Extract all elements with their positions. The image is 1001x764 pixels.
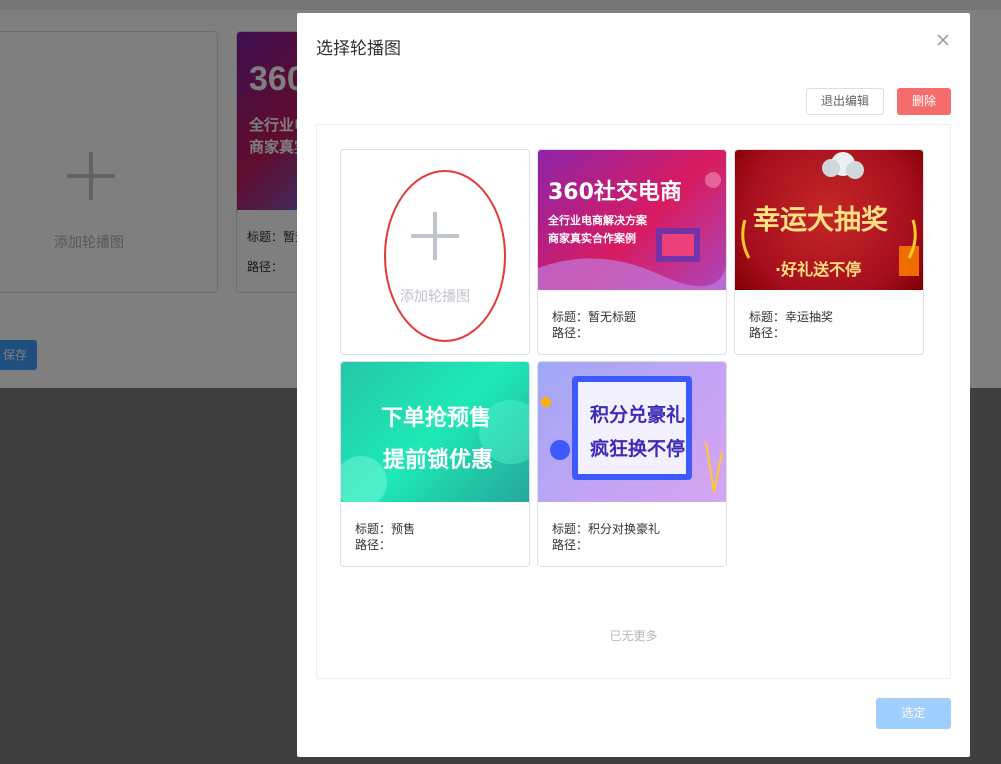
- banner-card[interactable]: 360社交电商 全行业电商解决方案 商家真实合作案例 标题：暂无标题 路径：: [537, 149, 727, 355]
- banner-card-title: 标题：积分对换豪礼: [552, 522, 661, 536]
- banner-text: 全行业电商解决方案: [548, 214, 647, 227]
- delete-button[interactable]: 删除: [897, 88, 951, 115]
- highlight-ring: [384, 170, 506, 342]
- banner-text: ·好礼送不停: [775, 260, 862, 279]
- banner-text: 疯狂换不停: [590, 438, 686, 460]
- close-icon[interactable]: [935, 32, 951, 48]
- banner-decoration: [541, 376, 723, 493]
- banner-text: 提前锁优惠: [383, 448, 494, 473]
- banner-card[interactable]: 积分兑豪礼 疯狂换不停 标题：积分对换豪礼 路径：: [537, 361, 727, 567]
- banner-decoration: [341, 400, 529, 502]
- no-more-label: 已无更多: [609, 629, 658, 643]
- banner-image: 积分兑豪礼 疯狂换不停: [538, 362, 726, 502]
- banner-card-path: 路径：: [355, 538, 392, 552]
- banner-card-path: 路径：: [552, 326, 589, 340]
- banner-text: 幸运大抽奖: [753, 205, 888, 236]
- banner-card-path: 路径：: [749, 326, 786, 340]
- banner-card-title: 标题：暂无标题: [552, 310, 637, 324]
- banner-card-path: 路径：: [552, 538, 589, 552]
- banner-text: 下单抢预售: [381, 406, 492, 431]
- banner-text: 360社交电商: [548, 180, 682, 205]
- banner-card-title: 标题：预售: [355, 522, 416, 536]
- banner-card[interactable]: 下单抢预售 提前锁优惠 标题：预售 路径：: [340, 361, 530, 567]
- banner-grid-panel: 添加轮播图 360社交电商 全行业电商解决方案 商家真实合作案例 标题：暂无标题…: [316, 124, 951, 679]
- confirm-button[interactable]: 选定: [876, 698, 951, 729]
- exit-edit-button[interactable]: 退出编辑: [806, 88, 884, 115]
- banner-card[interactable]: 幸运大抽奖 ·好礼送不停 标题：幸运抽奖 路径：: [734, 149, 924, 355]
- banner-image: 幸运大抽奖 ·好礼送不停: [735, 150, 923, 290]
- banner-image: 下单抢预售 提前锁优惠: [341, 362, 529, 502]
- banner-text: 商家真实合作案例: [548, 232, 636, 245]
- select-banner-dialog: 选择轮播图 退出编辑 删除 添加轮播图 360社交电商 全行业电商解决方案 商家: [297, 13, 970, 757]
- banner-text: 积分兑豪礼: [590, 404, 686, 426]
- add-banner-card[interactable]: 添加轮播图: [340, 149, 530, 355]
- dialog-title: 选择轮播图: [316, 39, 401, 59]
- banner-card-title: 标题：幸运抽奖: [749, 310, 834, 324]
- banner-image: 360社交电商 全行业电商解决方案 商家真实合作案例: [538, 150, 726, 290]
